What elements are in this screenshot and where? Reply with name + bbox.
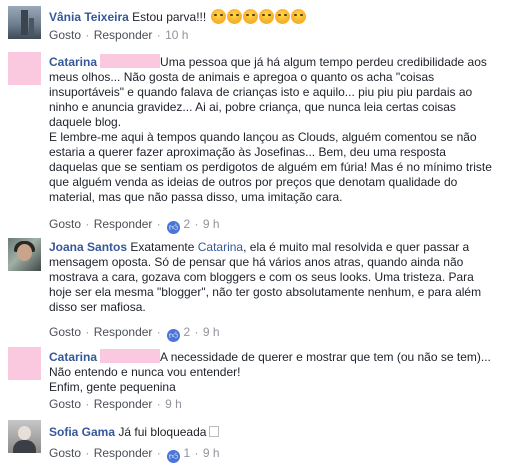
comment-body: Joana Santos Exatamente Catarina, ela é …	[49, 240, 497, 315]
reply-button[interactable]: Responder	[94, 446, 153, 460]
like-button[interactable]: Gosto	[49, 397, 81, 411]
reply-button[interactable]: Responder	[94, 397, 153, 411]
redacted-name	[100, 349, 161, 363]
separator: ·	[194, 446, 199, 460]
avatar-image	[18, 426, 31, 440]
separator: ·	[194, 325, 199, 339]
reply-button[interactable]: Responder	[94, 325, 153, 339]
like-button[interactable]: Gosto	[49, 217, 81, 231]
like-button[interactable]: Gosto	[49, 446, 81, 460]
avatar-image-detail	[17, 244, 32, 261]
separator: ·	[85, 28, 90, 42]
comment-actions: Gosto · Responder · 👍︎ 2 · 9 h	[49, 325, 220, 342]
comment-body: Catarina Uma pessoa que já há algum tempo…	[49, 54, 497, 205]
separator: ·	[156, 217, 161, 231]
timestamp[interactable]: 9 h	[203, 217, 220, 231]
avatar-image-detail	[13, 440, 36, 453]
avatar[interactable]	[8, 6, 41, 39]
avatar[interactable]	[8, 420, 41, 453]
comment-actions: Gosto · Responder · 👍︎ 1 · 9 h	[49, 446, 220, 463]
comment-text: Estou parva!!!	[132, 10, 207, 24]
angry-face-icon	[258, 9, 274, 24]
like-count[interactable]: 1	[183, 446, 190, 460]
comment-text: Enfim, gente pequenina	[49, 380, 176, 394]
like-count[interactable]: 2	[183, 325, 190, 339]
thumbs-up-icon[interactable]: 👍︎	[167, 329, 181, 342]
thumbs-up-icon[interactable]: 👍︎	[167, 221, 181, 234]
like-count[interactable]: 2	[183, 217, 190, 231]
avatar[interactable]	[8, 238, 41, 271]
thumbs-up-icon[interactable]: 👍︎	[167, 450, 181, 463]
timestamp[interactable]: 9 h	[203, 325, 220, 339]
separator: ·	[85, 446, 90, 460]
separator: ·	[156, 397, 161, 411]
commenter-name[interactable]: Catarina	[49, 350, 97, 364]
commenter-name[interactable]: Catarina	[49, 55, 97, 69]
separator: ·	[194, 217, 199, 231]
comment-text: Exatamente	[130, 240, 198, 254]
angry-face-icon	[274, 9, 290, 24]
separator: ·	[85, 397, 90, 411]
comment-body: Vânia Teixeira Estou parva!!!	[49, 9, 497, 25]
like-button[interactable]: Gosto	[49, 28, 81, 42]
separator: ·	[156, 325, 161, 339]
comment-actions: Gosto · Responder · 👍︎ 2 · 9 h	[49, 217, 220, 234]
timestamp[interactable]: 10 h	[165, 28, 188, 42]
redacted-name	[100, 54, 161, 68]
angry-face-icon	[290, 9, 306, 24]
angry-face-icon	[210, 9, 226, 24]
angry-face-icon	[242, 9, 258, 24]
separator: ·	[85, 325, 90, 339]
avatar[interactable]	[8, 347, 41, 380]
separator: ·	[156, 28, 161, 42]
like-button[interactable]: Gosto	[49, 325, 81, 339]
commenter-name[interactable]: Vânia Teixeira	[49, 10, 129, 24]
avatar-image	[21, 10, 28, 35]
comment-body: Catarina A necessidade de querer e mostra…	[49, 349, 497, 395]
reply-button[interactable]: Responder	[94, 28, 153, 42]
commenter-name[interactable]: Joana Santos	[49, 240, 127, 254]
angry-face-icon	[226, 9, 242, 24]
comment-actions: Gosto · Responder · 9 h	[49, 397, 182, 411]
comment-body: Sofia Gama Já fui bloqueada	[49, 425, 497, 440]
separator: ·	[85, 217, 90, 231]
comment-actions: Gosto · Responder · 10 h	[49, 28, 188, 42]
avatar[interactable]	[8, 52, 41, 85]
commenter-name[interactable]: Sofia Gama	[49, 425, 115, 439]
missing-glyph-icon	[209, 426, 220, 437]
timestamp[interactable]: 9 h	[203, 446, 220, 460]
comment-text: E lembre-me aqui à tempos quando lançou …	[49, 130, 492, 204]
reply-button[interactable]: Responder	[94, 217, 153, 231]
timestamp[interactable]: 9 h	[165, 397, 182, 411]
comment-text: Já fui bloqueada	[118, 425, 207, 439]
mention-link[interactable]: Catarina	[198, 240, 243, 254]
separator: ·	[156, 446, 161, 460]
avatar-image-detail	[29, 18, 34, 35]
